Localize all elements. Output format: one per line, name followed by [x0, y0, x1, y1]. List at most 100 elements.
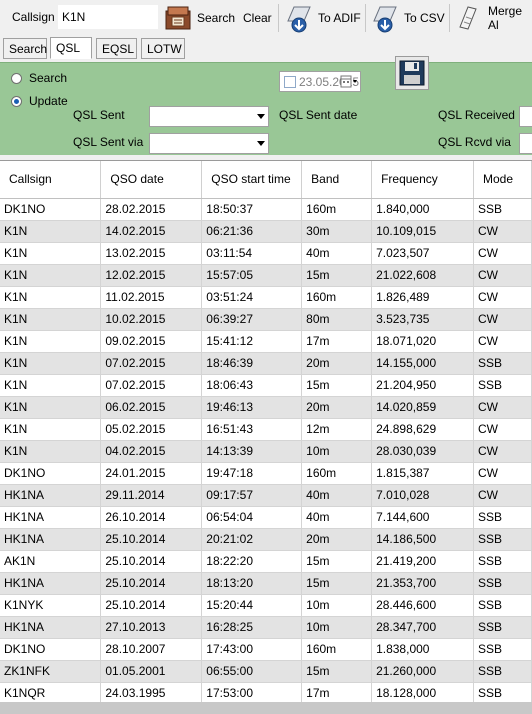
cell-callsign[interactable]: K1N — [0, 264, 102, 287]
cell-callsign[interactable]: K1NQR — [0, 682, 102, 705]
cell-qso-start-time[interactable]: 06:21:36 — [201, 220, 303, 243]
cell-frequency[interactable]: 24.898,629 — [371, 418, 474, 441]
cell-callsign[interactable]: ZK1NFK — [0, 660, 102, 683]
cell-band[interactable]: 15m — [301, 374, 373, 397]
cell-qso-date[interactable]: 24.03.1995 — [100, 682, 203, 705]
cell-frequency[interactable]: 7.144,600 — [371, 506, 474, 529]
cell-frequency[interactable]: 21.204,950 — [371, 374, 474, 397]
tab-qsl[interactable]: QSL — [50, 37, 92, 59]
search-button[interactable]: Search — [163, 2, 235, 34]
cell-band[interactable]: 20m — [301, 352, 373, 375]
table-row[interactable]: K1N 09.02.2015 15:41:12 17m 18.071,020 CW — [0, 330, 532, 353]
cell-frequency[interactable]: 10.109,015 — [371, 220, 474, 243]
to-csv-button[interactable]: To CSV — [370, 2, 445, 34]
cell-frequency[interactable]: 21.260,000 — [371, 660, 474, 683]
cell-qso-start-time[interactable]: 18:22:20 — [201, 550, 303, 573]
cell-frequency[interactable]: 7.023,507 — [371, 242, 474, 265]
cell-frequency[interactable]: 7.010,028 — [371, 484, 474, 507]
date-enable-checkbox[interactable] — [284, 76, 296, 88]
cell-qso-date[interactable]: 25.10.2014 — [100, 594, 203, 617]
cell-frequency[interactable]: 1.815,387 — [371, 462, 474, 485]
table-row[interactable]: HK1NA 27.10.2013 16:28:25 10m 28.347,700 SSB — [0, 616, 532, 639]
cell-qso-start-time[interactable]: 17:43:00 — [201, 638, 303, 661]
cell-qso-date[interactable]: 26.10.2014 — [100, 506, 203, 529]
cell-qso-start-time[interactable]: 18:46:39 — [201, 352, 303, 375]
cell-qso-start-time[interactable]: 19:47:18 — [201, 462, 303, 485]
cell-mode[interactable]: SSB — [473, 550, 532, 573]
cell-frequency[interactable]: 1.826,489 — [371, 286, 474, 309]
table-row[interactable]: K1N 12.02.2015 15:57:05 15m 21.022,608 CW — [0, 264, 532, 287]
cell-frequency[interactable]: 14.155,000 — [371, 352, 474, 375]
cell-mode[interactable]: CW — [473, 330, 532, 353]
cell-callsign[interactable]: HK1NA — [0, 572, 102, 595]
cell-qso-start-time[interactable]: 20:21:02 — [201, 528, 303, 551]
cell-band[interactable]: 12m — [301, 418, 373, 441]
table-row[interactable]: HK1NA 26.10.2014 06:54:04 40m 7.144,600 SSB — [0, 506, 532, 529]
cell-band[interactable]: 80m — [301, 308, 373, 331]
cell-qso-date[interactable]: 07.02.2015 — [100, 352, 203, 375]
cell-mode[interactable]: SSB — [473, 572, 532, 595]
cell-callsign[interactable]: AK1N — [0, 550, 102, 573]
cell-frequency[interactable]: 28.446,600 — [371, 594, 474, 617]
column-header-mode[interactable]: Mode — [473, 161, 532, 199]
cell-mode[interactable]: SSB — [473, 638, 532, 661]
cell-frequency[interactable]: 21.022,608 — [371, 264, 474, 287]
cell-qso-date[interactable]: 01.05.2001 — [100, 660, 203, 683]
table-row[interactable]: K1N 06.02.2015 19:46:13 20m 14.020,859 CW — [0, 396, 532, 419]
cell-mode[interactable]: CW — [473, 418, 532, 441]
cell-qso-start-time[interactable]: 15:20:44 — [201, 594, 303, 617]
cell-mode[interactable]: CW — [473, 396, 532, 419]
cell-frequency[interactable]: 14.020,859 — [371, 396, 474, 419]
table-row[interactable]: K1NYK 25.10.2014 15:20:44 10m 28.446,600 SSB — [0, 594, 532, 617]
cell-qso-date[interactable]: 09.02.2015 — [100, 330, 203, 353]
cell-qso-date[interactable]: 25.10.2014 — [100, 550, 203, 573]
cell-mode[interactable]: CW — [473, 484, 532, 507]
cell-qso-date[interactable]: 12.02.2015 — [100, 264, 203, 287]
table-row[interactable]: K1N 11.02.2015 03:51:24 160m 1.826,489 CW — [0, 286, 532, 309]
cell-qso-date[interactable]: 29.11.2014 — [100, 484, 203, 507]
cell-frequency[interactable]: 1.838,000 — [371, 638, 474, 661]
cell-band[interactable]: 17m — [301, 330, 373, 353]
table-row[interactable]: HK1NA 25.10.2014 18:13:20 15m 21.353,700 SSB — [0, 572, 532, 595]
cell-mode[interactable]: CW — [473, 462, 532, 485]
calendar-icon[interactable] — [340, 75, 358, 92]
cell-band[interactable]: 40m — [301, 484, 373, 507]
cell-callsign[interactable]: K1N — [0, 242, 102, 265]
cell-band[interactable]: 40m — [301, 506, 373, 529]
cell-qso-date[interactable]: 11.02.2015 — [100, 286, 203, 309]
cell-callsign[interactable]: K1N — [0, 220, 102, 243]
cell-band[interactable]: 15m — [301, 264, 373, 287]
cell-mode[interactable]: CW — [473, 308, 532, 331]
cell-qso-start-time[interactable]: 06:39:27 — [201, 308, 303, 331]
tab-eqsl[interactable]: EQSL — [96, 38, 137, 59]
cell-qso-date[interactable]: 07.02.2015 — [100, 374, 203, 397]
cell-band[interactable]: 10m — [301, 440, 373, 463]
cell-qso-start-time[interactable]: 15:57:05 — [201, 264, 303, 287]
table-row[interactable]: ZK1NFK 01.05.2001 06:55:00 15m 21.260,000 SSB — [0, 660, 532, 683]
table-row[interactable]: K1N 07.02.2015 18:06:43 15m 21.204,950 SSB — [0, 374, 532, 397]
cell-callsign[interactable]: K1N — [0, 308, 102, 331]
cell-mode[interactable]: SSB — [473, 506, 532, 529]
qsl-rcvd-via-select[interactable] — [519, 133, 532, 154]
column-header-frequency[interactable]: Frequency — [371, 161, 474, 199]
tab-search[interactable]: Search — [3, 38, 47, 59]
cell-callsign[interactable]: K1N — [0, 330, 102, 353]
cell-band[interactable]: 20m — [301, 396, 373, 419]
table-row[interactable]: AK1N 25.10.2014 18:22:20 15m 21.419,200 SSB — [0, 550, 532, 573]
cell-qso-start-time[interactable]: 14:13:39 — [201, 440, 303, 463]
cell-frequency[interactable]: 21.419,200 — [371, 550, 474, 573]
save-button[interactable] — [395, 56, 429, 90]
cell-frequency[interactable]: 3.523,735 — [371, 308, 474, 331]
table-row[interactable]: K1N 13.02.2015 03:11:54 40m 7.023,507 CW — [0, 242, 532, 265]
cell-frequency[interactable]: 14.186,500 — [371, 528, 474, 551]
cell-band[interactable]: 10m — [301, 616, 373, 639]
cell-qso-start-time[interactable]: 16:28:25 — [201, 616, 303, 639]
cell-qso-start-time[interactable]: 18:06:43 — [201, 374, 303, 397]
cell-band[interactable]: 160m — [301, 638, 373, 661]
cell-callsign[interactable]: HK1NA — [0, 506, 102, 529]
cell-qso-date[interactable]: 06.02.2015 — [100, 396, 203, 419]
tab-lotw[interactable]: LOTW — [141, 38, 185, 59]
cell-mode[interactable]: SSB — [473, 616, 532, 639]
cell-qso-start-time[interactable]: 17:53:00 — [201, 682, 303, 705]
table-row[interactable]: HK1NA 25.10.2014 20:21:02 20m 14.186,500 SSB — [0, 528, 532, 551]
